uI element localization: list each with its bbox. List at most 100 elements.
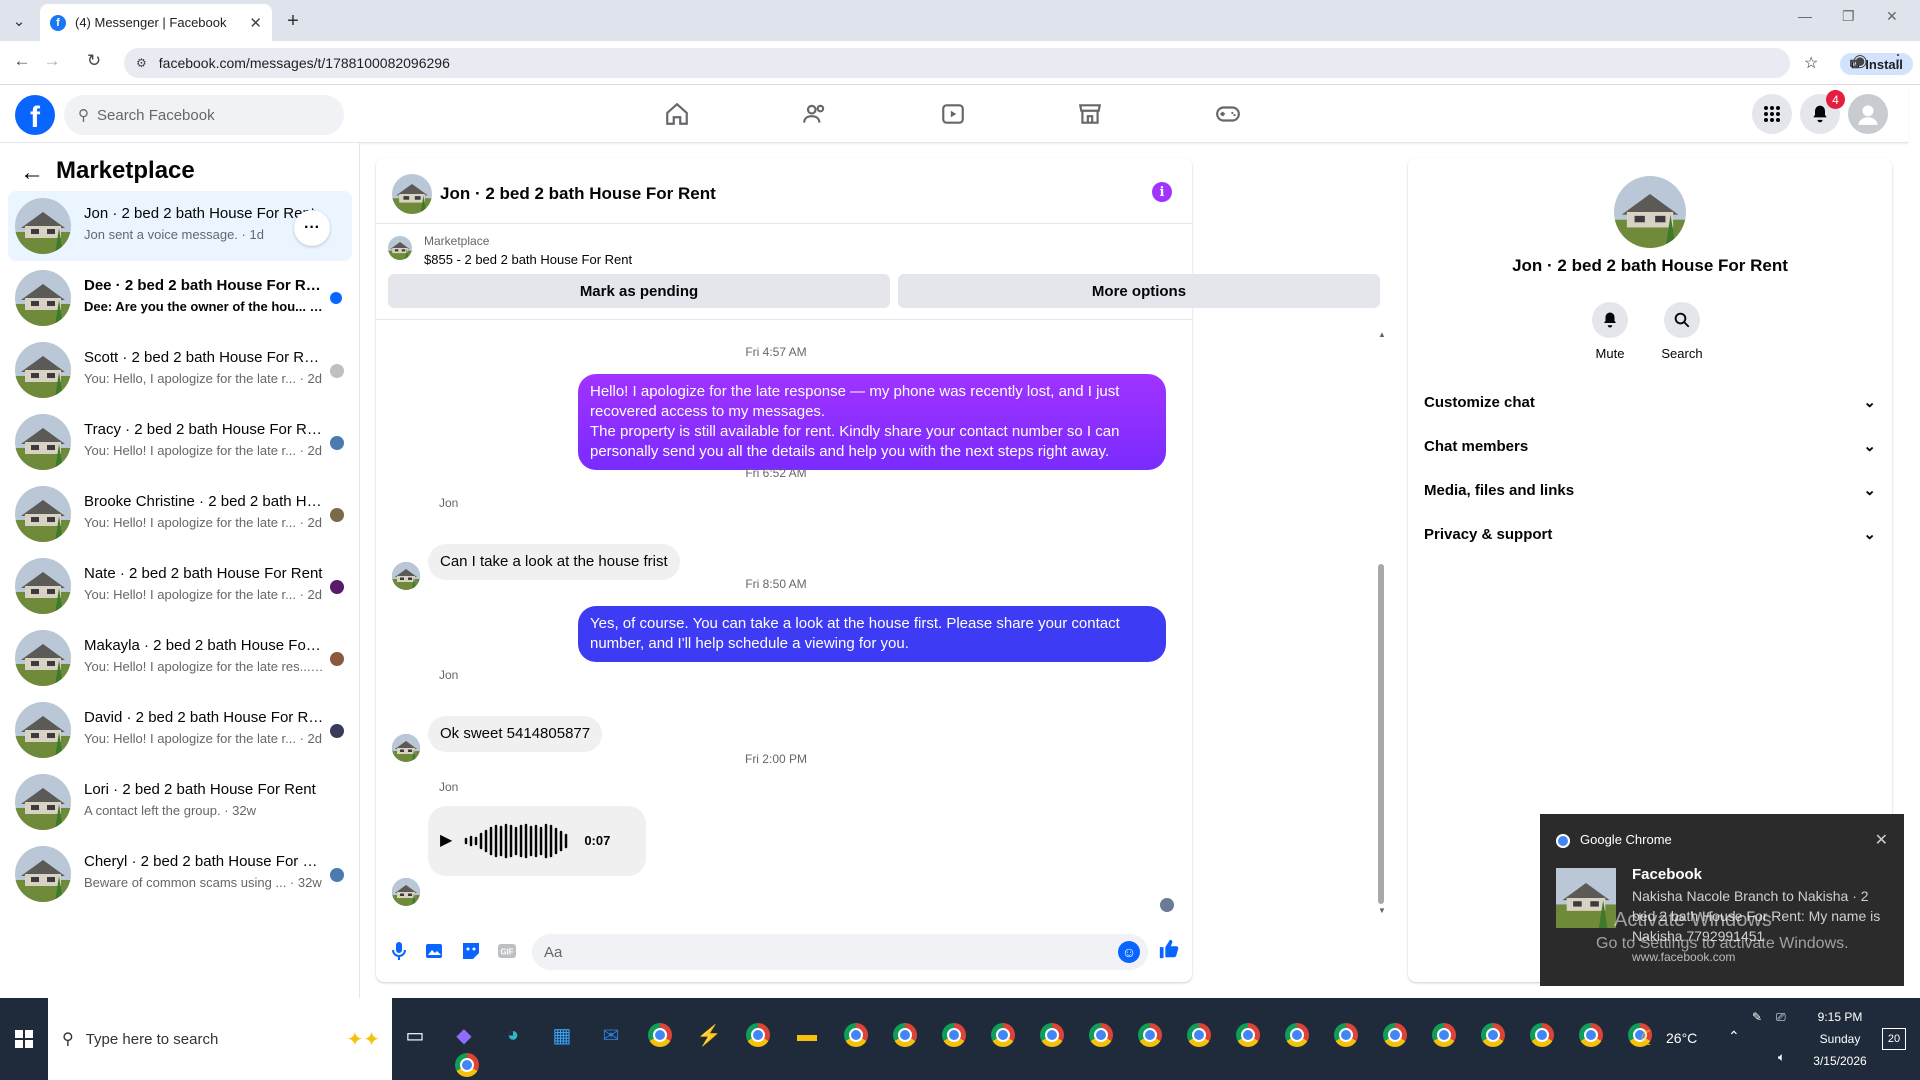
clock-time[interactable]: 9:15 PM — [1808, 1010, 1872, 1024]
task-view-icon[interactable]: ▭ — [400, 1020, 430, 1050]
chrome-profile-icon[interactable] — [1037, 1020, 1067, 1050]
message-input[interactable]: Aa ☺ — [532, 934, 1148, 970]
store-icon[interactable]: ▦ — [547, 1020, 577, 1050]
voice-message[interactable]: ▶ 0:07 — [428, 806, 646, 876]
incoming-message[interactable]: Can I take a look at the house frist — [428, 544, 680, 580]
site-info-icon[interactable]: ⚙ — [136, 56, 147, 70]
notification-close-icon[interactable]: ✕ — [1875, 830, 1888, 850]
sender-avatar[interactable] — [392, 878, 420, 906]
search-conversation-button[interactable]: Search — [1652, 302, 1712, 361]
taskbar-search-input[interactable]: ⚲ Type here to search ✦✦ — [48, 998, 392, 1080]
conversation-item[interactable]: Jon · 2 bed 2 bath House For Rent Jon sen… — [8, 191, 352, 261]
back-icon[interactable]: ← — [10, 51, 34, 71]
conversation-item[interactable]: Lori · 2 bed 2 bath House For Rent A cont… — [8, 767, 352, 837]
conversation-item[interactable]: Cheryl · 2 bed 2 bath House For Rent Bewa… — [8, 839, 352, 909]
chrome-profile-icon[interactable] — [1282, 1020, 1312, 1050]
temperature[interactable]: 26°C — [1666, 1030, 1697, 1046]
chrome-profile-icon[interactable] — [1527, 1020, 1557, 1050]
conversation-item[interactable]: Makayla · 2 bed 2 bath House For Rent You… — [8, 623, 352, 693]
chat-title[interactable]: Jon · 2 bed 2 bath House For Rent — [440, 184, 716, 204]
outgoing-message[interactable]: Hello! I apologize for the late response… — [578, 374, 1166, 470]
window-close-icon[interactable]: ✕ — [1886, 8, 1898, 25]
file-explorer-icon[interactable]: ▬ — [792, 1020, 822, 1050]
menu-grid-icon[interactable] — [1752, 94, 1792, 134]
photo-icon[interactable] — [424, 940, 446, 962]
tab-list-chevron-icon[interactable]: ⌄ — [6, 8, 32, 34]
network-icon[interactable]: ⎚ — [1776, 1010, 1786, 1025]
chrome-profile-icon[interactable] — [452, 1050, 482, 1080]
privacy-support-row[interactable]: Privacy & support ⌄ — [1424, 512, 1876, 556]
conversation-avatar[interactable] — [1614, 176, 1686, 248]
listing-price-title[interactable]: $855 - 2 bed 2 bath House For Rent — [424, 252, 632, 267]
chrome-profile-icon[interactable] — [1233, 1020, 1263, 1050]
more-options-icon[interactable]: ··· — [294, 210, 330, 246]
back-arrow-icon[interactable]: ← — [20, 159, 44, 187]
video-icon[interactable] — [933, 94, 973, 134]
chrome-profile-icon[interactable] — [1429, 1020, 1459, 1050]
chrome-profile-icon[interactable] — [1135, 1020, 1165, 1050]
chrome-profile-icon[interactable] — [1380, 1020, 1410, 1050]
conversation-item[interactable]: Scott · 2 bed 2 bath House For Rent You: … — [8, 335, 352, 405]
chrome-menu-icon[interactable]: ⋮ — [1886, 51, 1910, 71]
play-icon[interactable]: ▶ — [440, 831, 452, 851]
mark-as-pending-button[interactable]: Mark as pending — [388, 274, 890, 308]
volume-icon[interactable]: 🔈︎ — [1778, 1050, 1785, 1065]
chrome-profile-icon[interactable] — [988, 1020, 1018, 1050]
chrome-icon[interactable] — [645, 1020, 675, 1050]
gaming-icon[interactable] — [1208, 94, 1248, 134]
customize-chat-row[interactable]: Customize chat ⌄ — [1424, 380, 1876, 424]
outlook-icon[interactable]: ✉ — [596, 1020, 626, 1050]
chrome-profile-icon[interactable] — [1478, 1020, 1508, 1050]
media-files-links-row[interactable]: Media, files and links ⌄ — [1424, 468, 1876, 512]
chrome-profile-icon[interactable] — [743, 1020, 773, 1050]
copilot-icon[interactable]: ◆ — [449, 1020, 479, 1050]
windows-start-icon[interactable] — [0, 998, 48, 1080]
chat-avatar[interactable] — [392, 174, 432, 214]
conversation-info-icon[interactable]: i — [1152, 182, 1172, 202]
edge-icon[interactable]: ◕ — [498, 1020, 528, 1050]
gif-icon[interactable]: GIF — [496, 940, 518, 962]
chrome-profile-icon[interactable] — [890, 1020, 920, 1050]
home-icon[interactable] — [657, 94, 697, 134]
more-options-button[interactable]: More options — [898, 274, 1380, 308]
chrome-profile-icon[interactable] — [939, 1020, 969, 1050]
microphone-icon[interactable] — [388, 940, 410, 962]
tray-chevron-icon[interactable]: ⌃ — [1728, 1028, 1740, 1045]
message-list[interactable]: Fri 4:57 AM Hello! I apologize for the l… — [376, 320, 1192, 914]
chat-members-row[interactable]: Chat members ⌄ — [1424, 424, 1876, 468]
minimize-icon[interactable]: — — [1798, 8, 1812, 24]
action-center-icon[interactable]: 20 — [1882, 1028, 1906, 1050]
conversation-item[interactable]: Dee · 2 bed 2 bath House For Rent Dee: Ar… — [8, 263, 352, 333]
profile-icon[interactable]: ◉ — [1848, 51, 1872, 71]
conversation-item[interactable]: David · 2 bed 2 bath House For Rent You: … — [8, 695, 352, 765]
chrome-profile-icon[interactable] — [1086, 1020, 1116, 1050]
restore-icon[interactable]: ❐ — [1842, 8, 1855, 25]
facebook-search-input[interactable]: ⚲ Search Facebook — [64, 95, 344, 135]
incoming-message[interactable]: Ok sweet 5414805877 — [428, 716, 603, 752]
chrome-profile-icon[interactable] — [1576, 1020, 1606, 1050]
chat-scrollbar[interactable]: ▲ ▼ — [1376, 330, 1386, 915]
tab-close-icon[interactable]: ✕ — [249, 14, 262, 32]
conversation-item[interactable]: Nate · 2 bed 2 bath House For Rent You: H… — [8, 551, 352, 621]
new-tab-button[interactable]: + — [280, 8, 306, 34]
friends-icon[interactable] — [795, 94, 835, 134]
outgoing-message[interactable]: Yes, of course. You can take a look at t… — [578, 606, 1166, 662]
chrome-profile-icon[interactable] — [841, 1020, 871, 1050]
listing-thumbnail[interactable] — [388, 236, 412, 260]
facebook-logo-icon[interactable]: f — [15, 95, 55, 135]
marketplace-icon[interactable] — [1070, 94, 1110, 134]
conversation-item[interactable]: Brooke Christine · 2 bed 2 bath House Fo… — [8, 479, 352, 549]
chrome-notification[interactable]: Google Chrome ✕ Facebook Nakisha Nacole … — [1540, 814, 1904, 986]
bookmark-star-icon[interactable]: ☆ — [1804, 53, 1818, 73]
browser-tab[interactable]: f (4) Messenger | Facebook ✕ — [40, 4, 272, 41]
chrome-profile-icon[interactable] — [1184, 1020, 1214, 1050]
forward-icon[interactable]: → — [40, 51, 64, 71]
mute-button[interactable]: Mute — [1580, 302, 1640, 361]
sticker-icon[interactable] — [460, 940, 482, 962]
chrome-profile-icon[interactable] — [1331, 1020, 1361, 1050]
bolt-app-icon[interactable]: ⚡ — [694, 1020, 724, 1050]
like-thumb-icon[interactable] — [1158, 938, 1180, 960]
conversation-item[interactable]: Tracy · 2 bed 2 bath House For Rent You: … — [8, 407, 352, 477]
emoji-icon[interactable]: ☺ — [1118, 941, 1140, 963]
pen-icon[interactable]: ✎ — [1752, 1010, 1762, 1024]
